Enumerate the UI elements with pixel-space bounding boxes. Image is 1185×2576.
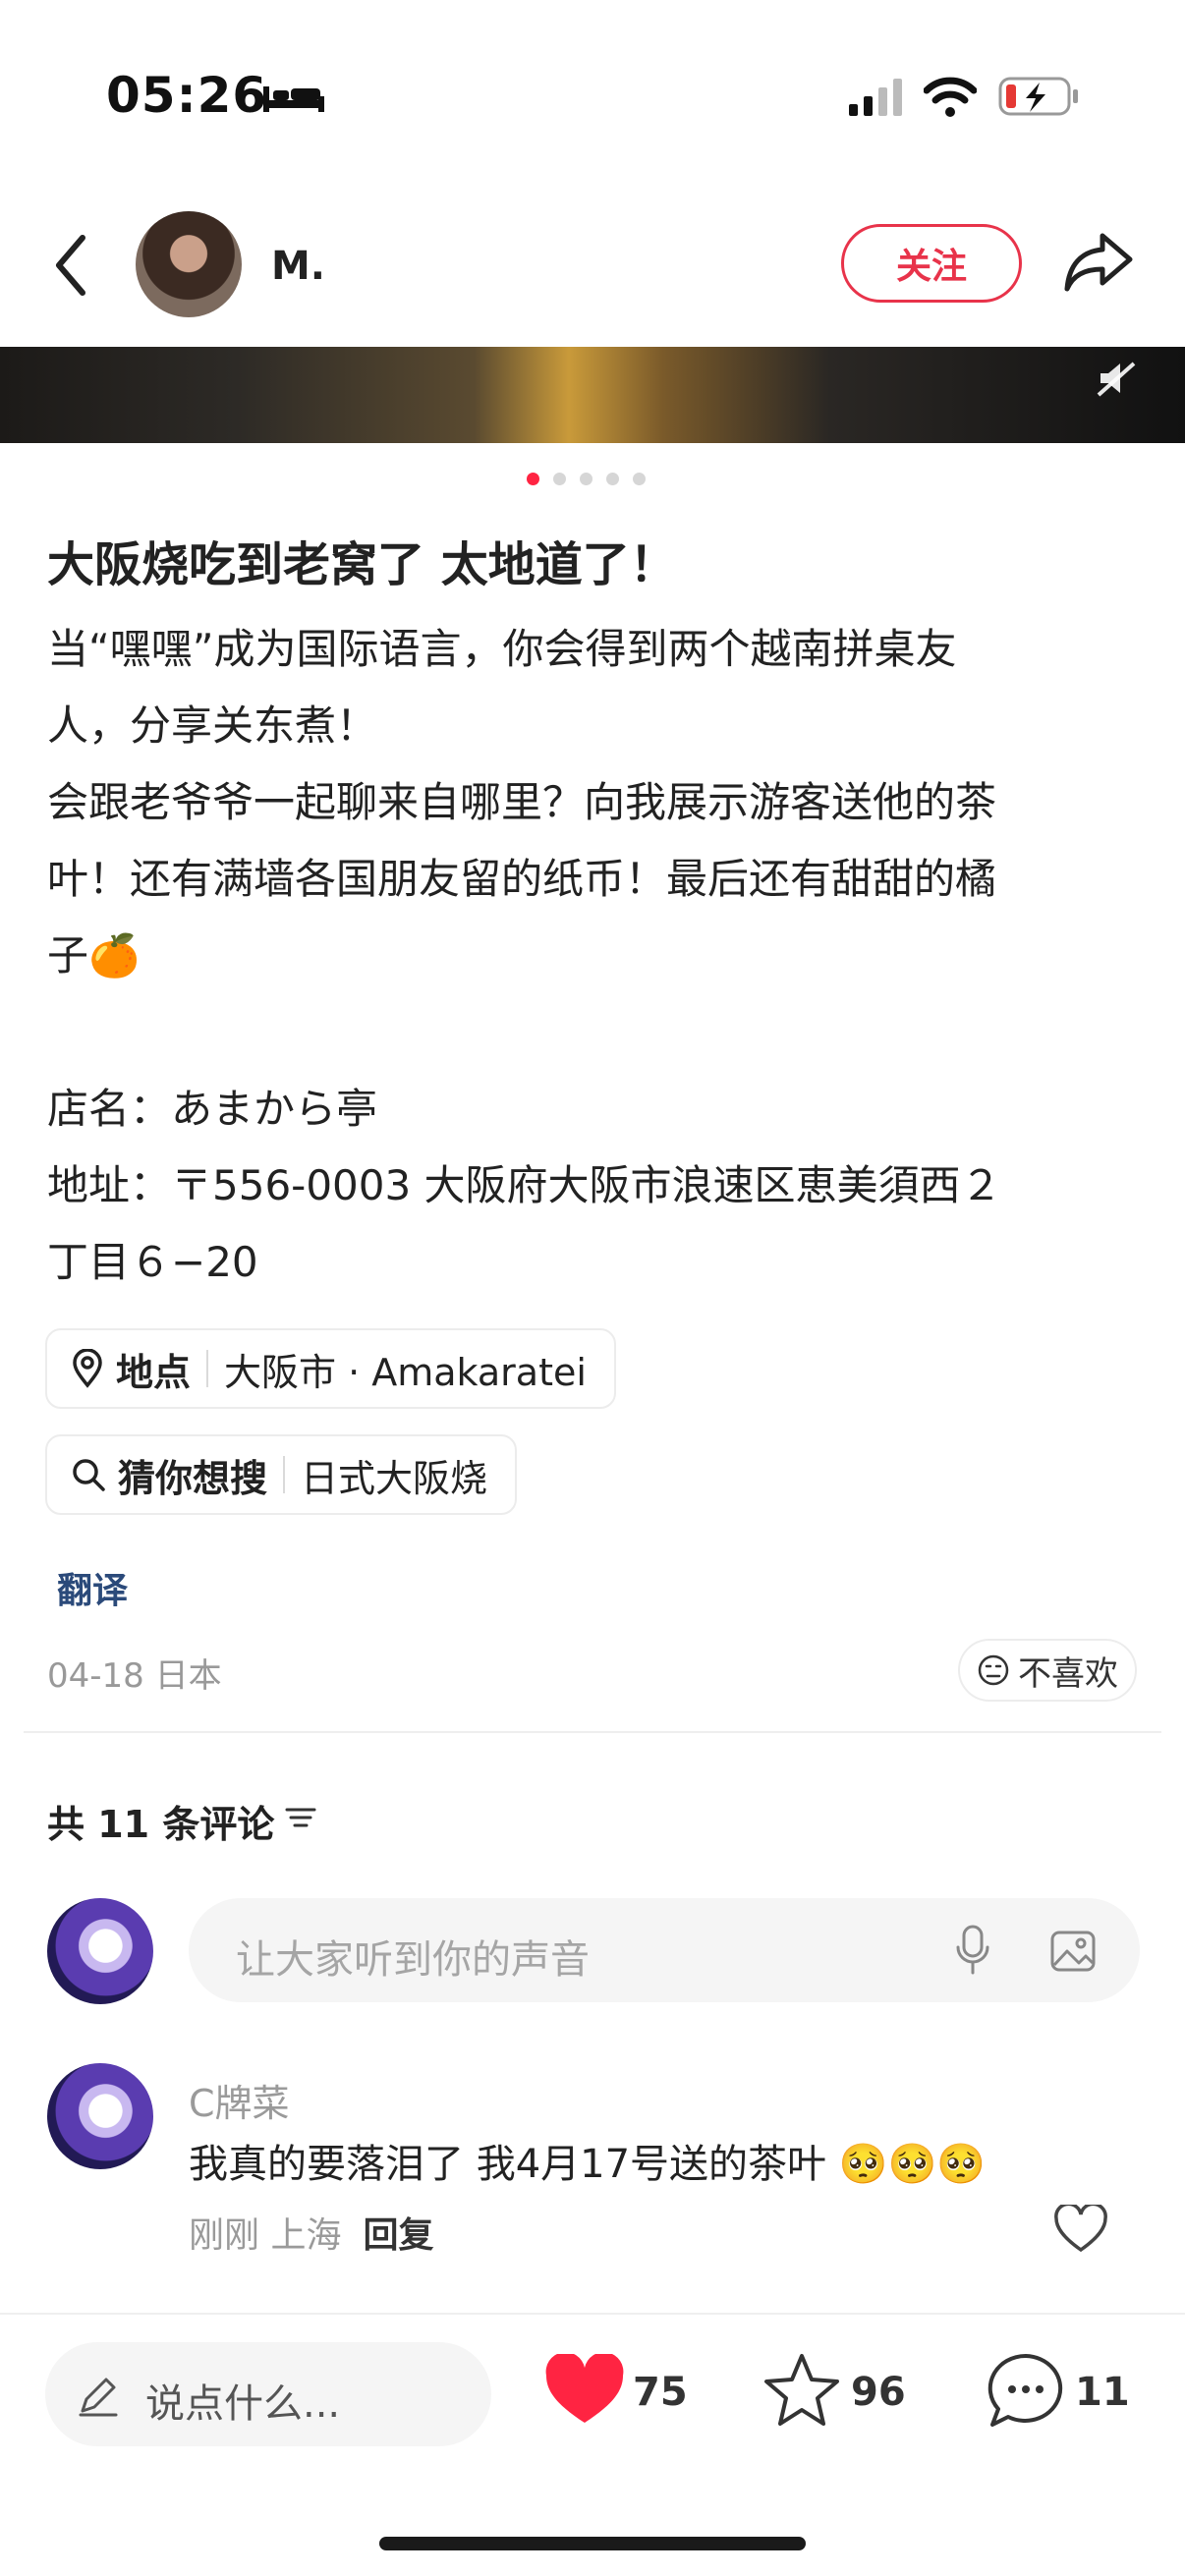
search-icon [73, 1459, 105, 1491]
author-name[interactable]: M. [271, 244, 325, 289]
pencil-icon [79, 2378, 118, 2417]
carousel-dot-active [527, 473, 539, 485]
neutral-face-icon [978, 1654, 1009, 1686]
comment-input-placeholder: 让大家听到你的声音 [236, 1937, 590, 1983]
tag-separator [283, 1456, 286, 1493]
comment-bubble-icon[interactable] [987, 2352, 1065, 2429]
section-divider [24, 1731, 1161, 1733]
location-tag-key: 地点 [116, 1350, 192, 1394]
battery-icon [998, 77, 1078, 116]
author-avatar[interactable] [136, 211, 242, 317]
bottom-bar-divider [0, 2313, 1185, 2315]
sleep-mode-icon [263, 86, 324, 112]
follow-button[interactable]: 关注 [841, 224, 1022, 303]
translate-link[interactable]: 翻译 [57, 1562, 128, 1613]
image-upload-icon[interactable] [1049, 1930, 1097, 1973]
comment-meta: 刚刚 上海 回复 [189, 2207, 433, 2258]
carousel-dot [580, 473, 592, 485]
comment-text: 我真的要落泪了 我4月17号送的茶叶 🥺🥺🥺 [189, 2142, 987, 2187]
search-suggestion-tag[interactable]: 猜你想搜 日式大阪烧 [45, 1434, 518, 1515]
like-count: 75 [633, 2370, 688, 2415]
status-time: 05:26 [106, 67, 268, 124]
post-image-carousel[interactable] [0, 347, 1185, 443]
say-something-input[interactable]: 说点什么... [45, 2342, 491, 2446]
carousel-indicator [527, 473, 646, 485]
post-date-location: 04-18 日本 [47, 1656, 222, 1696]
cellular-signal-icon [849, 79, 902, 116]
comment-like-icon[interactable] [1053, 2205, 1108, 2254]
carousel-dot [606, 473, 619, 485]
comment-input[interactable]: 让大家听到你的声音 [189, 1898, 1140, 2002]
location-tag[interactable]: 地点 大阪市 · Amakaratei [45, 1328, 616, 1409]
dislike-button[interactable]: 不喜欢 [958, 1639, 1137, 1702]
favorite-star-icon[interactable] [762, 2352, 841, 2429]
mute-icon[interactable] [1097, 360, 1138, 397]
my-avatar [47, 1898, 153, 2004]
location-pin-icon [73, 1349, 102, 1388]
microphone-icon[interactable] [955, 1924, 990, 1977]
back-icon[interactable] [53, 234, 90, 297]
commenter-name[interactable]: C牌菜 [189, 2073, 290, 2127]
dislike-label: 不喜欢 [1018, 1653, 1118, 1694]
location-tag-value: 大阪市 · Amakaratei [224, 1350, 587, 1394]
like-heart-icon[interactable] [544, 2354, 625, 2427]
carousel-dot [553, 473, 566, 485]
search-tag-value: 日式大阪烧 [301, 1456, 488, 1500]
comment-count: 共 11 条评论 [47, 1803, 275, 1846]
share-icon[interactable] [1063, 230, 1134, 293]
post-body: 当“嘿嘿”成为国际语言，你会得到两个越南拼桌友 人，分享关东煮！ 会跟老爷爷一起… [47, 625, 1002, 1286]
tag-separator [206, 1350, 209, 1387]
comment-count-bottom: 11 [1075, 2370, 1130, 2415]
favorite-count: 96 [851, 2370, 906, 2415]
post-title: 大阪烧吃到老窝了 太地道了！ [47, 537, 677, 592]
comment-time-location: 刚刚 上海 [189, 2215, 342, 2256]
home-indicator[interactable] [379, 2537, 806, 2550]
search-tag-key: 猜你想搜 [118, 1456, 268, 1500]
reply-button[interactable]: 回复 [363, 2215, 433, 2256]
say-something-placeholder: 说点什么... [145, 2381, 341, 2427]
sort-filter-icon[interactable] [285, 1804, 316, 1831]
wifi-icon [924, 77, 977, 117]
carousel-dot [633, 473, 646, 485]
commenter-avatar[interactable] [47, 2063, 153, 2169]
